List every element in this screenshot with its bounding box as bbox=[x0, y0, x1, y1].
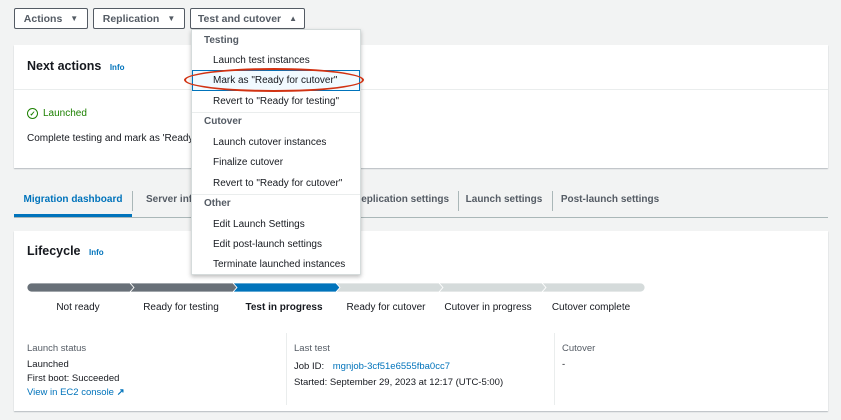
dropdown-group-other: Other bbox=[204, 198, 231, 209]
launch-status-value: Launched bbox=[27, 359, 69, 370]
caret-up-icon: ▲ bbox=[289, 14, 298, 23]
menu-item-terminate-launched-instances[interactable]: Terminate launched instances bbox=[213, 259, 345, 270]
cutover-title: Cutover bbox=[562, 343, 596, 354]
menu-divider bbox=[192, 194, 360, 195]
external-link-icon: ↗ bbox=[116, 387, 125, 398]
dropdown-group-cutover: Cutover bbox=[204, 116, 242, 127]
tab-separator bbox=[458, 191, 459, 211]
next-actions-title: Next actions bbox=[27, 59, 102, 73]
menu-item-edit-post-launch-settings[interactable]: Edit post-launch settings bbox=[213, 239, 322, 250]
column-divider bbox=[286, 333, 287, 405]
step-cutover-in-progress: Cutover in progress bbox=[444, 302, 532, 313]
progress-segment-4 bbox=[335, 283, 444, 292]
next-actions-panel: Next actions Info ✓ Launched Complete te… bbox=[14, 45, 828, 168]
progress-segment-5 bbox=[438, 283, 547, 292]
tab-separator bbox=[132, 191, 133, 211]
menu-divider bbox=[192, 112, 360, 113]
step-ready-for-testing: Ready for testing bbox=[143, 302, 219, 313]
step-ready-for-cutover: Ready for cutover bbox=[346, 302, 426, 313]
step-test-in-progress: Test in progress bbox=[245, 302, 323, 313]
tab-launch-settings[interactable]: Launch settings bbox=[464, 185, 544, 217]
ec2-console-link[interactable]: View in EC2 console ↗ bbox=[27, 387, 125, 398]
test-cutover-dropdown-menu: Testing Launch test instances Mark as "R… bbox=[191, 29, 361, 275]
next-actions-description: Complete testing and mark as 'Ready fo bbox=[27, 133, 205, 144]
test-cutover-label: Test and cutover bbox=[197, 12, 282, 25]
info-link[interactable]: Info bbox=[110, 63, 125, 72]
tab-replication-settings[interactable]: Replication settings bbox=[354, 185, 456, 217]
tab-migration-dashboard[interactable]: Migration dashboard bbox=[14, 185, 132, 217]
status-indicator: ✓ Launched bbox=[27, 108, 87, 119]
lifecycle-heading: Lifecycle Info bbox=[27, 244, 104, 258]
menu-item-launch-test-instances[interactable]: Launch test instances bbox=[213, 55, 310, 66]
info-link[interactable]: Info bbox=[89, 248, 104, 257]
caret-down-icon: ▼ bbox=[167, 14, 176, 23]
cutover-value: - bbox=[562, 359, 566, 370]
progress-segment-1 bbox=[27, 283, 135, 292]
step-not-ready: Not ready bbox=[56, 302, 100, 313]
job-id-link[interactable]: mgnjob-3cf51e6555fba0cc7 bbox=[333, 361, 450, 372]
progress-segment-2 bbox=[129, 283, 238, 292]
last-test-started: Started: September 29, 2023 at 12:17 (UT… bbox=[294, 377, 504, 388]
test-cutover-button[interactable]: Test and cutover ▲ bbox=[190, 8, 305, 29]
tab-bar: Migration dashboard Server info Replicat… bbox=[14, 185, 828, 218]
lifecycle-panel: Lifecycle Info Not ready Ready for testi… bbox=[14, 231, 828, 411]
job-id-row: Job ID: mgnjob-3cf51e6555fba0cc7 bbox=[294, 361, 450, 372]
lifecycle-title: Lifecycle bbox=[27, 244, 81, 258]
tab-post-launch-settings[interactable]: Post-launch settings bbox=[558, 185, 662, 217]
caret-down-icon: ▼ bbox=[70, 14, 79, 23]
replication-label: Replication bbox=[102, 12, 160, 25]
progress-segment-6 bbox=[541, 283, 645, 292]
actions-label: Actions bbox=[23, 12, 63, 25]
tab-separator bbox=[552, 191, 553, 211]
progress-segment-3 bbox=[232, 283, 341, 292]
menu-item-revert-ready-for-testing[interactable]: Revert to "Ready for testing" bbox=[213, 96, 339, 107]
status-text: Launched bbox=[43, 108, 87, 119]
menu-item-edit-launch-settings[interactable]: Edit Launch Settings bbox=[213, 219, 305, 230]
step-cutover-complete: Cutover complete bbox=[551, 302, 631, 313]
column-divider bbox=[554, 333, 555, 405]
annotation-ellipse bbox=[184, 68, 364, 92]
menu-item-revert-ready-for-cutover[interactable]: Revert to "Ready for cutover" bbox=[213, 178, 342, 189]
job-id-label: Job ID: bbox=[294, 361, 325, 372]
actions-button[interactable]: Actions ▼ bbox=[14, 8, 88, 29]
first-boot-status: First boot: Succeeded bbox=[27, 373, 120, 384]
menu-item-launch-cutover-instances[interactable]: Launch cutover instances bbox=[213, 137, 326, 148]
ec2-console-link-text: View in EC2 console bbox=[27, 387, 114, 398]
check-circle-icon: ✓ bbox=[27, 108, 38, 119]
replication-button[interactable]: Replication ▼ bbox=[93, 8, 185, 29]
next-actions-heading: Next actions Info bbox=[27, 59, 125, 73]
divider bbox=[14, 89, 828, 90]
launch-status-title: Launch status bbox=[27, 343, 87, 354]
lifecycle-progress-bar bbox=[27, 283, 645, 292]
menu-item-finalize-cutover[interactable]: Finalize cutover bbox=[213, 157, 283, 168]
last-test-title: Last test bbox=[294, 343, 330, 354]
dropdown-group-testing: Testing bbox=[204, 35, 239, 46]
